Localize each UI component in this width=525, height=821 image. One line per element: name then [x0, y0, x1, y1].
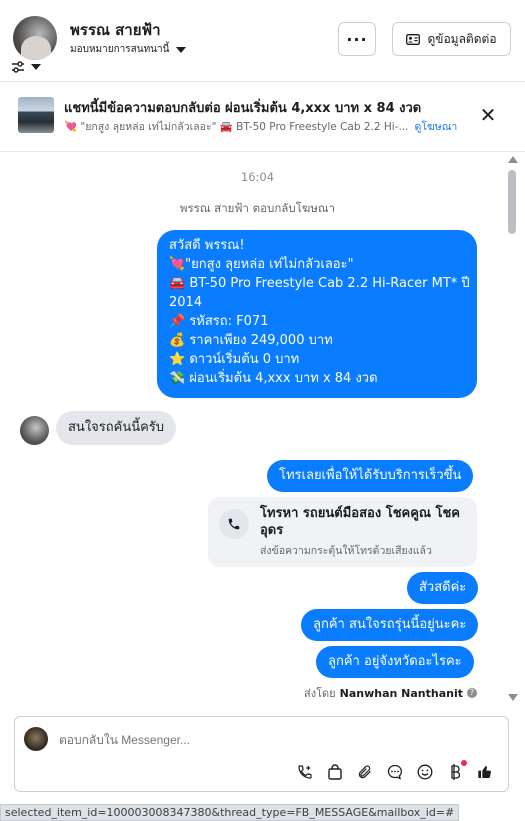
- notification-dot: [461, 760, 467, 766]
- message-scrollbar[interactable]: [505, 152, 519, 708]
- outgoing-message-bubble[interactable]: ลูกค้า อยู่จังหวัดอะไรคะ: [316, 646, 474, 678]
- message-line: 💘"ยกสูง ลุยหล่อ เท่ไม่กลัวเลอะ": [169, 257, 354, 272]
- chevron-down-icon: [176, 46, 187, 53]
- payment-baht-icon[interactable]: [446, 760, 467, 781]
- more-options-button[interactable]: ···: [338, 22, 376, 56]
- ad-reply-note: พรรณ สายฟ้า ตอบกลับโฆษณา: [179, 201, 336, 215]
- scroll-thumb[interactable]: [508, 170, 516, 234]
- messenger-inbox-thread: พรรณ สายฟ้า มอบหมายการสนทนานี้ ··· ดูข้อ…: [0, 0, 525, 821]
- sliders-icon: [12, 61, 24, 73]
- ad-thumbnail: [18, 97, 54, 133]
- message-line: สวัสดี พรรณ!: [169, 238, 245, 253]
- thread-header: พรรณ สายฟ้า มอบหมายการสนทนานี้ ··· ดูข้อ…: [0, 0, 525, 82]
- reply-input[interactable]: [59, 733, 459, 747]
- ad-auto-message-bubble[interactable]: สวัสดี พรรณ! 💘"ยกสูง ลุยหล่อ เท่ไม่กลัวเ…: [157, 230, 477, 398]
- message-line: 💸 ผ่อนเริ่มต้น 4,xxx บาท x 84 งวด: [169, 371, 378, 386]
- ad-reply-banner: แชทนี้มีข้อความตอบกลับต่อ ผ่อนเริ่มต้น 4…: [0, 82, 525, 152]
- attachment-icon[interactable]: [356, 763, 374, 781]
- info-icon[interactable]: ?: [467, 688, 477, 698]
- message-line: 📌 รหัสรถ: F071: [169, 314, 269, 329]
- outgoing-message-bubble[interactable]: สัวสดีค่ะ: [407, 572, 479, 604]
- shopping-bag-icon[interactable]: [326, 763, 344, 781]
- outgoing-message-bubble[interactable]: ลูกค้า สนใจรถรุ่นนี้อยู่นะคะ: [301, 609, 479, 641]
- message-list: 16:04 พรรณ สายฟ้า ตอบกลับโฆษณา สวัสดี พร…: [0, 152, 525, 708]
- call-prompt-bubble[interactable]: โทรเลยเพื่อให้ได้รับบริการเร็วขึ้น: [267, 460, 474, 492]
- like-icon[interactable]: [476, 763, 494, 781]
- call-request-card[interactable]: โทรหา รถยนต์มือสอง โชคคูณ โชค อุดร ส่งข้…: [208, 497, 477, 567]
- page-avatar: [24, 727, 48, 751]
- sent-by-label: ส่งโดย Nanwhan Nanthanit ?: [0, 684, 477, 702]
- view-ad-link[interactable]: ดูโฆษณา: [415, 118, 458, 135]
- scroll-down-arrow-icon[interactable]: [508, 694, 518, 701]
- filter-menu[interactable]: [11, 61, 41, 73]
- contact-name[interactable]: พรรณ สายฟ้า: [70, 18, 161, 42]
- ad-banner-preview: 💘 "ยกสูง ลุยหล่อ เท่ไม่กลัวเลอะ" 🚘 BT-50…: [64, 121, 409, 133]
- scroll-up-arrow-icon[interactable]: [508, 156, 518, 163]
- message-timestamp: 16:04: [240, 170, 275, 184]
- view-contact-info-label: ดูข้อมูลติดต่อ: [427, 31, 497, 46]
- customer-avatar[interactable]: [20, 416, 49, 445]
- call-card-title: โทรหา รถยนต์มือสอง โชคคูณ โชค อุดร: [260, 506, 461, 538]
- message-line: 💰 ราคาเพียง 249,000 บาท: [169, 333, 333, 348]
- assign-conversation-dropdown[interactable]: มอบหมายการสนทนานี้: [70, 42, 187, 57]
- call-card-subtitle: ส่งข้อความกระตุ้นให้โทรด้วยเสียงแล้ว: [260, 545, 432, 557]
- emoji-icon[interactable]: [416, 763, 434, 781]
- phone-plus-icon[interactable]: [296, 763, 314, 781]
- close-icon[interactable]: ✕: [478, 105, 498, 125]
- message-line: 🚘 BT-50 Pro Freestyle Cab 2.2 Hi-Racer M…: [169, 276, 470, 291]
- browser-status-url: selected_item_id=100003008347380&thread_…: [0, 804, 460, 821]
- ad-banner-subtitle: 💘 "ยกสูง ลุยหล่อ เท่ไม่กลัวเลอะ" 🚘 BT-50…: [64, 118, 457, 135]
- contact-avatar[interactable]: [13, 16, 57, 60]
- message-composer: [14, 716, 509, 792]
- chevron-down-icon: [31, 64, 41, 70]
- customer-message-bubble[interactable]: สนใจรถคันนี้ครับ: [56, 411, 177, 445]
- sent-by-prefix: ส่งโดย: [304, 687, 336, 700]
- phone-icon: [219, 509, 249, 539]
- view-contact-info-button[interactable]: ดูข้อมูลติดต่อ: [392, 22, 511, 56]
- message-line: ⭐ ดาวน์เริ่มต้น 0 บาท: [169, 352, 300, 367]
- composer-toolbar: [296, 760, 494, 781]
- sent-by-name: Nanwhan Nanthanit: [339, 686, 463, 700]
- ad-banner-title: แชทนี้มีข้อความตอบกลับต่อ ผ่อนเริ่มต้น 4…: [64, 101, 422, 116]
- contact-card-icon: [406, 33, 421, 45]
- message-line: 2014: [169, 295, 203, 310]
- assign-label: มอบหมายการสนทนานี้: [70, 44, 170, 55]
- saved-reply-icon[interactable]: [386, 763, 404, 781]
